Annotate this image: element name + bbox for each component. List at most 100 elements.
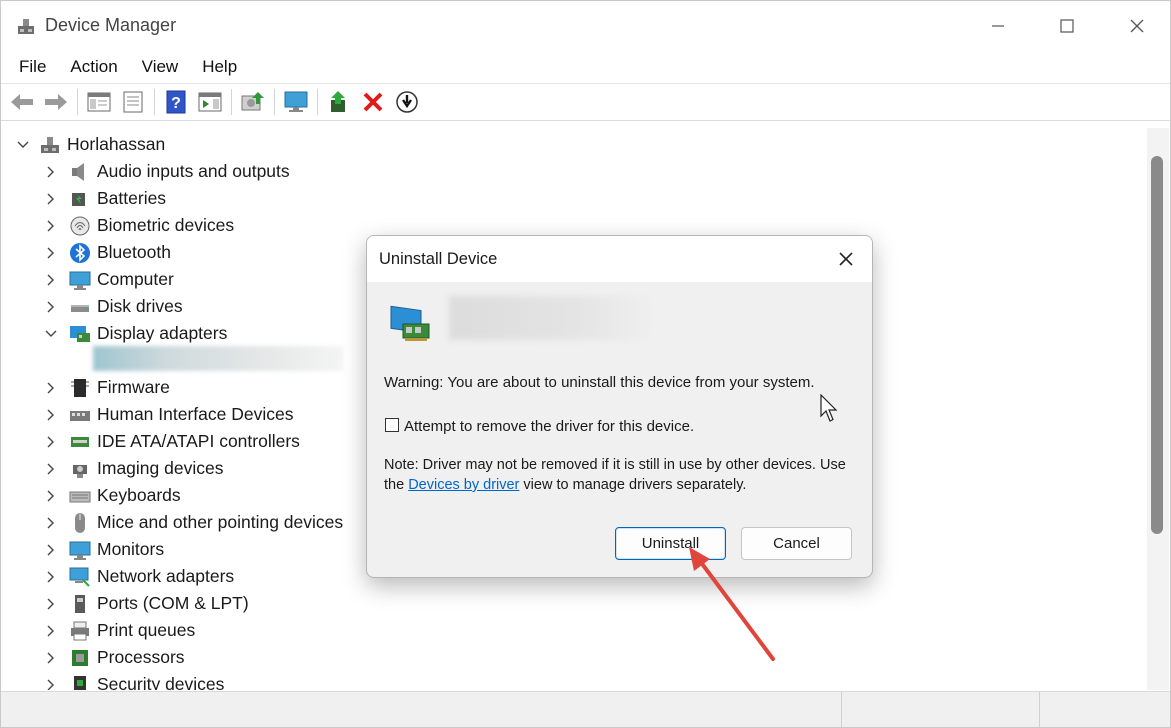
menu-help[interactable]: Help (190, 55, 249, 79)
tree-item[interactable]: Security devices (41, 671, 224, 690)
chevron-down-icon[interactable] (13, 135, 33, 155)
dialog-title-bar: Uninstall Device (367, 236, 872, 282)
mouse-icon (69, 512, 91, 534)
toolbar-separator (317, 89, 318, 115)
chevron-down-icon[interactable] (41, 324, 61, 344)
tree-item[interactable]: Computer (41, 266, 174, 293)
monitor-icon (284, 91, 308, 112)
maximize-icon (1060, 19, 1074, 33)
properties-button[interactable] (118, 87, 148, 117)
tree-item[interactable]: Human Interface Devices (41, 401, 293, 428)
menu-file[interactable]: File (7, 55, 58, 79)
monitor-button[interactable] (281, 87, 311, 117)
network-adapter-icon (69, 566, 91, 588)
tree-item[interactable]: IDE ATA/ATAPI controllers (41, 428, 300, 455)
help-button[interactable]: ? (161, 87, 191, 117)
scan-hardware-button[interactable] (238, 87, 268, 117)
chevron-right-icon[interactable] (41, 513, 61, 533)
device-manager-icon (18, 19, 34, 34)
tree-item[interactable]: Audio inputs and outputs (41, 158, 290, 185)
chevron-right-icon[interactable] (41, 297, 61, 317)
warning-text: Warning: You are about to uninstall this… (384, 374, 815, 391)
chevron-right-icon[interactable] (41, 270, 61, 290)
tree-item-label: Disk drives (97, 296, 183, 316)
tree-item-label: IDE ATA/ATAPI controllers (97, 431, 300, 451)
menu-action[interactable]: Action (58, 55, 129, 79)
devices-by-driver-link[interactable]: Devices by driver (408, 477, 519, 493)
chevron-right-icon[interactable] (41, 459, 61, 479)
chevron-right-icon[interactable] (41, 216, 61, 236)
cancel-button[interactable]: Cancel (741, 527, 852, 560)
scrollbar-thumb[interactable] (1151, 156, 1163, 534)
help-icon: ? (166, 90, 186, 114)
tree-item[interactable]: Print queues (41, 617, 195, 644)
remove-driver-checkbox[interactable] (385, 418, 399, 432)
chevron-right-icon[interactable] (41, 189, 61, 209)
tree-item-label: Bluetooth (97, 242, 171, 262)
maximize-button[interactable] (1032, 1, 1102, 51)
uninstall-button[interactable]: Uninstall (615, 527, 726, 560)
device-manager-window: Device Manager File Action View Help ? H… (0, 0, 1171, 728)
tree-item[interactable]: Imaging devices (41, 455, 223, 482)
tree-item[interactable]: Batteries (41, 185, 166, 212)
close-button[interactable] (1102, 1, 1170, 51)
show-hide-console-tree-button[interactable] (84, 87, 114, 117)
chevron-right-icon[interactable] (41, 243, 61, 263)
tree-item-label: Batteries (97, 188, 167, 208)
tree-item-label: Keyboards (97, 485, 181, 505)
chevron-right-icon[interactable] (41, 621, 61, 641)
chevron-right-icon[interactable] (41, 675, 61, 691)
display-adapter-child-redacted[interactable] (93, 346, 343, 371)
chevron-right-icon[interactable] (41, 648, 61, 668)
action-pane-button[interactable] (195, 87, 225, 117)
dialog-close-button[interactable] (827, 242, 865, 276)
action-pane-icon (198, 92, 222, 112)
uninstall-device-button[interactable] (358, 87, 388, 117)
tree-item-label: Network adapters (97, 566, 235, 586)
speaker-icon (69, 161, 91, 183)
battery-icon (69, 188, 91, 210)
chevron-right-icon[interactable] (41, 567, 61, 587)
tree-root[interactable]: Horlahassan (13, 131, 165, 158)
tree-item[interactable]: Mice and other pointing devices (41, 509, 343, 536)
forward-button[interactable] (41, 87, 71, 117)
back-button[interactable] (7, 87, 37, 117)
status-divider (1039, 692, 1040, 727)
chevron-right-icon[interactable] (41, 432, 61, 452)
tree-item[interactable]: Network adapters (41, 563, 234, 590)
close-icon (839, 252, 853, 266)
status-bar (1, 691, 1170, 727)
display-adapter-icon (390, 305, 430, 341)
ide-controller-icon (69, 431, 91, 453)
disable-device-button[interactable] (392, 87, 422, 117)
computer-root-icon (39, 134, 61, 156)
minimize-button[interactable] (963, 1, 1033, 51)
close-icon (1130, 19, 1144, 33)
tree-item-label: Monitors (97, 539, 165, 559)
tree-item[interactable]: Processors (41, 644, 185, 671)
tree-item[interactable]: Disk drives (41, 293, 183, 320)
security-device-icon (69, 674, 91, 690)
remove-driver-checkbox-label[interactable]: Attempt to remove the driver for this de… (404, 418, 694, 435)
keyboard-hid-icon (69, 404, 91, 426)
tree-item[interactable]: Firmware (41, 374, 170, 401)
tree-item[interactable]: Keyboards (41, 482, 181, 509)
chevron-right-icon[interactable] (41, 486, 61, 506)
chevron-right-icon[interactable] (41, 540, 61, 560)
firmware-icon (69, 377, 91, 399)
chevron-right-icon[interactable] (41, 162, 61, 182)
tree-item[interactable]: Ports (COM & LPT) (41, 590, 249, 617)
minimize-icon (992, 25, 1004, 27)
update-driver-button[interactable] (324, 87, 354, 117)
tree-item[interactable]: Display adapters (41, 320, 227, 347)
tree-item-label: Firmware (97, 377, 170, 397)
tree-item[interactable]: Biometric devices (41, 212, 234, 239)
chevron-right-icon[interactable] (41, 594, 61, 614)
tree-item[interactable]: Bluetooth (41, 239, 171, 266)
chevron-right-icon[interactable] (41, 405, 61, 425)
bluetooth-icon (69, 242, 91, 264)
chevron-right-icon[interactable] (41, 378, 61, 398)
tree-item-label: Print queues (97, 620, 196, 640)
menu-view[interactable]: View (130, 55, 191, 79)
tree-item[interactable]: Monitors (41, 536, 164, 563)
